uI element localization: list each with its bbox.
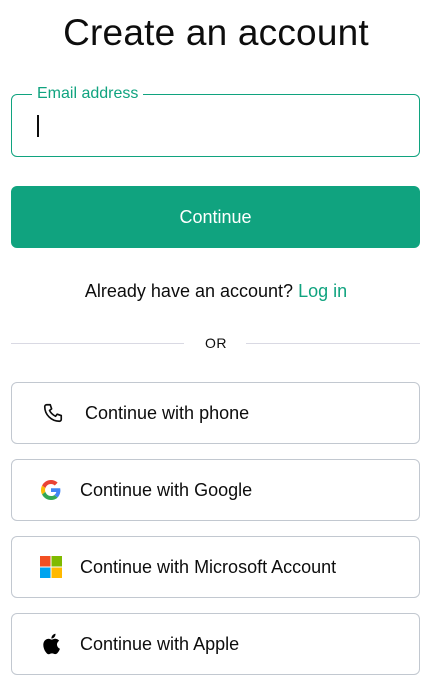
continue-with-microsoft-button[interactable]: Continue with Microsoft Account [11,536,420,598]
page-title: Create an account [63,12,369,53]
apple-icon [39,632,63,656]
email-field[interactable] [28,105,403,145]
continue-with-google-button[interactable]: Continue with Google [11,459,420,521]
email-field-label: Email address [32,85,144,103]
continue-with-phone-button[interactable]: Continue with phone [11,382,420,444]
phone-icon [41,401,65,425]
continue-with-microsoft-label: Continue with Microsoft Account [80,556,337,577]
google-icon [39,478,63,502]
microsoft-icon [39,555,63,579]
divider-right [246,343,420,344]
continue-with-google-label: Continue with Google [80,479,253,500]
login-prompt: Already have an account? Log in [0,281,432,302]
continue-with-phone-label: Continue with phone [85,402,250,423]
text-caret [37,115,39,137]
continue-button[interactable]: Continue [11,186,420,248]
email-field-container[interactable]: Email address [11,85,420,157]
login-link[interactable]: Log in [298,281,347,301]
login-prompt-text: Already have an account? [84,281,294,301]
continue-with-apple-button[interactable]: Continue with Apple [11,613,420,675]
signup-page: Create an account Email address Continue… [0,0,440,688]
continue-with-apple-label: Continue with Apple [80,633,240,654]
